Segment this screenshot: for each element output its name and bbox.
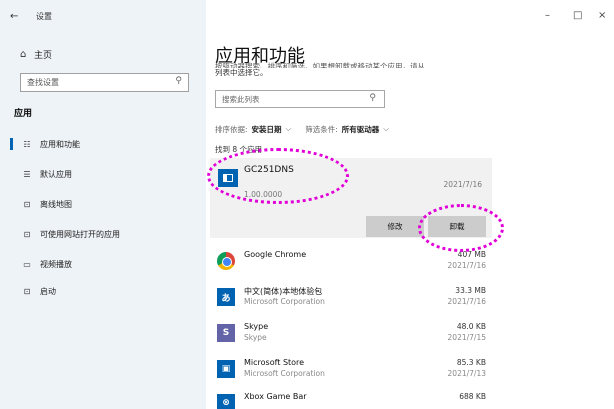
highlight-circle-app	[207, 148, 349, 204]
description-line-2: 列表中选择它。	[215, 68, 268, 77]
app-date: 2021/7/16	[447, 297, 486, 306]
chrome-icon	[217, 252, 235, 270]
search-icon[interactable]: ⚲	[175, 76, 182, 86]
sort-filter-bar: 排序依据: 安装日期 ⌵ 筛选条件: 所有驱动器 ⌵	[215, 124, 389, 135]
app-date: 2021/7/13	[447, 369, 486, 378]
sidebar-item-offline-maps[interactable]: ⊡ 离线地图	[0, 193, 206, 215]
sidebar-item-label: 启动	[40, 286, 56, 296]
highlight-circle-uninstall	[418, 204, 504, 252]
selected-app-date: 2021/7/16	[443, 180, 482, 189]
store-icon: ▣	[217, 360, 235, 378]
app-publisher: Skype	[244, 333, 267, 342]
app-list-item[interactable]: ⊗ Xbox Game Bar 688 KB	[216, 392, 486, 409]
sidebar-item-label: 应用和功能	[40, 139, 80, 149]
home-link[interactable]: ⌂ 主页	[20, 48, 52, 61]
settings-search-input[interactable]: 查找设置 ⚲	[20, 73, 189, 92]
app-size: 688 KB	[459, 392, 486, 401]
app-date: 2021/7/16	[447, 261, 486, 270]
language-pack-icon: あ	[217, 288, 235, 306]
sort-dropdown[interactable]: 安装日期	[252, 124, 282, 135]
app-publisher: Microsoft Corporation	[244, 369, 325, 378]
sidebar-item-video-playback[interactable]: ▭ 视频播放	[0, 253, 206, 275]
startup-icon: ⊡	[23, 286, 31, 296]
app-list-item[interactable]: S Skype Skype 48.0 KB 2021/7/15	[216, 322, 486, 344]
app-name: Xbox Game Bar	[244, 392, 307, 401]
app-list-item[interactable]: あ 中文(简体)本地体验包 Microsoft Corporation 33.3…	[216, 286, 486, 308]
app-list-item[interactable]: ▣ Microsoft Store Microsoft Corporation …	[216, 358, 486, 380]
page-description: 按驱动器搜索、排序和筛选。如果想卸载或移动某个应用，请从 列表中选择它。	[215, 62, 485, 78]
sidebar-item-default-apps[interactable]: ☰ 默认应用	[0, 163, 206, 185]
default-apps-icon: ☰	[23, 169, 31, 179]
sidebar-item-startup[interactable]: ⊡ 启动	[0, 280, 206, 302]
app-size: 48.0 KB	[456, 322, 486, 331]
home-label: 主页	[34, 51, 53, 61]
search-placeholder: 查找设置	[27, 78, 59, 87]
app-name: 中文(简体)本地体验包	[244, 287, 323, 296]
filter-label: 筛选条件:	[305, 125, 338, 134]
xbox-icon: ⊗	[217, 394, 235, 409]
apps-list-icon: ☷	[23, 139, 31, 149]
modify-button[interactable]: 修改	[366, 216, 424, 237]
sidebar-item-apps-features[interactable]: ☷ 应用和功能	[0, 133, 206, 155]
sort-label: 排序依据:	[215, 125, 248, 134]
app-name: Microsoft Store	[244, 358, 305, 367]
app-size: 85.3 KB	[456, 358, 486, 367]
sidebar-item-label: 默认应用	[40, 169, 72, 179]
sidebar: ← 设置 ⌂ 主页 查找设置 ⚲ 应用 ☷ 应用和功能 ☰ 默认应用 ⊡ 离线地…	[0, 0, 206, 409]
website-app-icon: ⊡	[23, 229, 31, 239]
chevron-down-icon[interactable]: ⌵	[286, 124, 292, 135]
maximize-button[interactable]: □	[573, 10, 582, 21]
home-icon: ⌂	[20, 49, 27, 60]
app-date: 2021/7/15	[447, 333, 486, 342]
close-button[interactable]: ×	[598, 10, 606, 21]
app-list-search-input[interactable]: 搜索此列表 ⚲	[215, 90, 385, 108]
app-size: 33.3 MB	[455, 286, 486, 295]
filter-dropdown[interactable]: 所有驱动器	[342, 124, 380, 135]
app-name: Google Chrome	[244, 250, 307, 259]
back-arrow-icon[interactable]: ←	[10, 11, 26, 22]
minimize-button[interactable]: –	[545, 10, 550, 21]
skype-icon: S	[217, 324, 235, 342]
list-search-placeholder: 搜索此列表	[222, 95, 260, 104]
video-icon: ▭	[23, 259, 31, 269]
chevron-down-icon[interactable]: ⌵	[383, 124, 389, 135]
app-name: Skype	[244, 322, 269, 331]
sidebar-item-label: 可使用网站打开的应用	[40, 229, 120, 239]
section-heading: 应用	[14, 109, 33, 119]
map-icon: ⊡	[23, 199, 31, 209]
title-bar: ← 设置	[10, 9, 52, 23]
sidebar-item-apps-for-websites[interactable]: ⊡ 可使用网站打开的应用	[0, 223, 206, 245]
sidebar-item-label: 视频播放	[40, 259, 72, 269]
settings-window: ← 设置 ⌂ 主页 查找设置 ⚲ 应用 ☷ 应用和功能 ☰ 默认应用 ⊡ 离线地…	[0, 0, 614, 409]
window-title: 设置	[36, 11, 52, 21]
sidebar-item-label: 离线地图	[40, 199, 72, 209]
app-list-item[interactable]: Google Chrome 407 MB 2021/7/16	[216, 250, 486, 272]
app-publisher: Microsoft Corporation	[244, 297, 325, 306]
search-icon[interactable]: ⚲	[369, 93, 376, 103]
